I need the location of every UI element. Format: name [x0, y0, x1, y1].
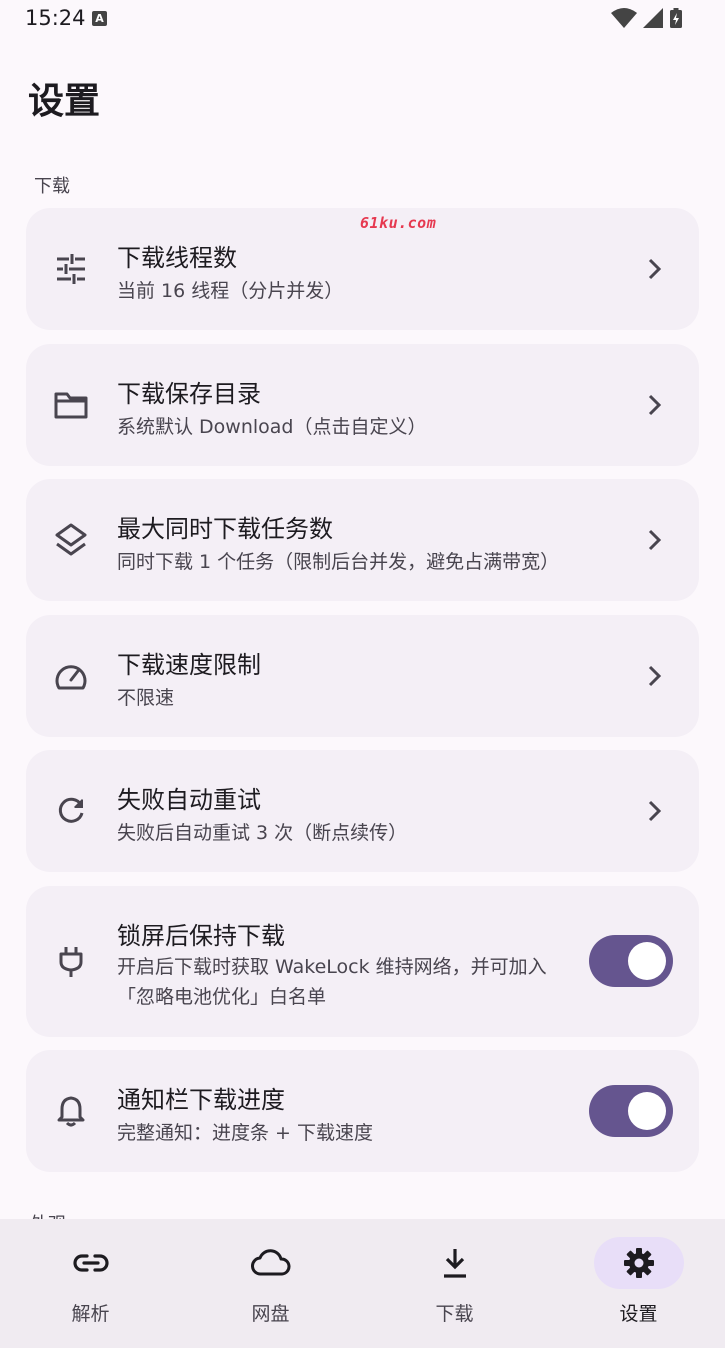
- refresh-icon: [54, 794, 88, 828]
- setting-title: 下载线程数: [117, 244, 237, 272]
- setting-notification-progress[interactable]: 通知栏下载进度 完整通知：进度条 + 下载速度: [26, 1050, 699, 1172]
- gear-icon: [623, 1248, 654, 1278]
- nav-active-indicator: [593, 1237, 684, 1289]
- bottom-navigation: 解析 网盘 下载 设置: [0, 1219, 725, 1348]
- toggle-knob: [628, 1092, 666, 1130]
- nav-label: 设置: [619, 1303, 658, 1325]
- cellular-signal-icon: [643, 8, 663, 28]
- section-label-download: 下载: [34, 176, 70, 197]
- folder-icon: [54, 388, 88, 422]
- setting-subtitle: 开启后下载时获取 WakeLock 维持网络，并可加入 「忽略电池优化」白名单: [117, 952, 547, 1012]
- chevron-right-icon: [648, 394, 662, 416]
- chevron-right-icon: [648, 665, 662, 687]
- wifi-icon: [611, 8, 637, 28]
- setting-title: 失败自动重试: [117, 786, 261, 814]
- setting-title: 锁屏后保持下载: [117, 922, 285, 950]
- setting-title: 最大同时下载任务数: [117, 515, 333, 543]
- nav-icon-container: [226, 1237, 316, 1289]
- download-icon: [443, 1249, 466, 1278]
- nav-icon-container: [410, 1237, 500, 1289]
- toggle-knob: [628, 942, 666, 980]
- nav-item-parse[interactable]: 解析: [0, 1219, 181, 1348]
- status-time: 15:24: [25, 6, 86, 30]
- setting-subtitle: 完整通知：进度条 + 下载速度: [117, 1122, 373, 1144]
- setting-title: 通知栏下载进度: [117, 1086, 285, 1114]
- chevron-right-icon: [648, 800, 662, 822]
- link-icon: [72, 1254, 109, 1272]
- setting-keep-download-on-lock[interactable]: 锁屏后保持下载 开启后下载时获取 WakeLock 维持网络，并可加入 「忽略电…: [26, 886, 699, 1037]
- setting-speed-limit[interactable]: 下载速度限制 不限速: [26, 615, 699, 737]
- setting-subtitle: 系统默认 Download（点击自定义）: [117, 416, 427, 438]
- nav-item-settings[interactable]: 设置: [548, 1219, 725, 1348]
- plug-icon: [54, 945, 88, 979]
- battery-charging-icon: [670, 8, 682, 28]
- notify-progress-toggle[interactable]: [589, 1085, 673, 1137]
- settings-screen: 15:24 A 设置 下载 下载线程数 当前 16 线程（分片并发） 下载保存目…: [0, 0, 725, 1348]
- layers-icon: [54, 523, 88, 557]
- setting-title: 下载保存目录: [117, 380, 261, 408]
- bell-icon: [54, 1094, 88, 1128]
- page-title: 设置: [28, 81, 101, 122]
- setting-subtitle: 同时下载 1 个任务（限制后台并发，避免占满带宽）: [117, 551, 560, 573]
- nav-label: 网盘: [251, 1303, 290, 1325]
- setting-subtitle: 当前 16 线程（分片并发）: [117, 280, 344, 302]
- keep-awake-toggle[interactable]: [589, 935, 673, 987]
- setting-max-concurrent-tasks[interactable]: 最大同时下载任务数 同时下载 1 个任务（限制后台并发，避免占满带宽）: [26, 479, 699, 601]
- chevron-right-icon: [648, 529, 662, 551]
- setting-subtitle: 失败后自动重试 3 次（断点续传）: [117, 822, 408, 844]
- cloud-icon: [250, 1249, 290, 1276]
- setting-subtitle-line: 「忽略电池优化」白名单: [117, 986, 327, 1008]
- watermark-text: 61ku.com: [360, 214, 437, 232]
- chevron-right-icon: [648, 258, 662, 280]
- nav-icon-container: [46, 1237, 136, 1289]
- setting-title: 下载速度限制: [117, 651, 261, 679]
- status-icons: [611, 7, 683, 29]
- status-bar: 15:24 A: [0, 0, 725, 40]
- tune-icon: [54, 252, 88, 286]
- nav-label: 下载: [435, 1303, 474, 1325]
- setting-save-directory[interactable]: 下载保存目录 系统默认 Download（点击自定义）: [26, 344, 699, 466]
- setting-subtitle-line: 开启后下载时获取 WakeLock 维持网络，并可加入: [117, 956, 547, 978]
- nav-item-cloud[interactable]: 网盘: [180, 1219, 361, 1348]
- nav-item-download[interactable]: 下载: [364, 1219, 545, 1348]
- setting-subtitle: 不限速: [117, 687, 175, 709]
- notification-icon: A: [92, 11, 107, 26]
- setting-auto-retry[interactable]: 失败自动重试 失败后自动重试 3 次（断点续传）: [26, 750, 699, 872]
- speed-icon: [54, 659, 88, 693]
- nav-label: 解析: [71, 1303, 110, 1325]
